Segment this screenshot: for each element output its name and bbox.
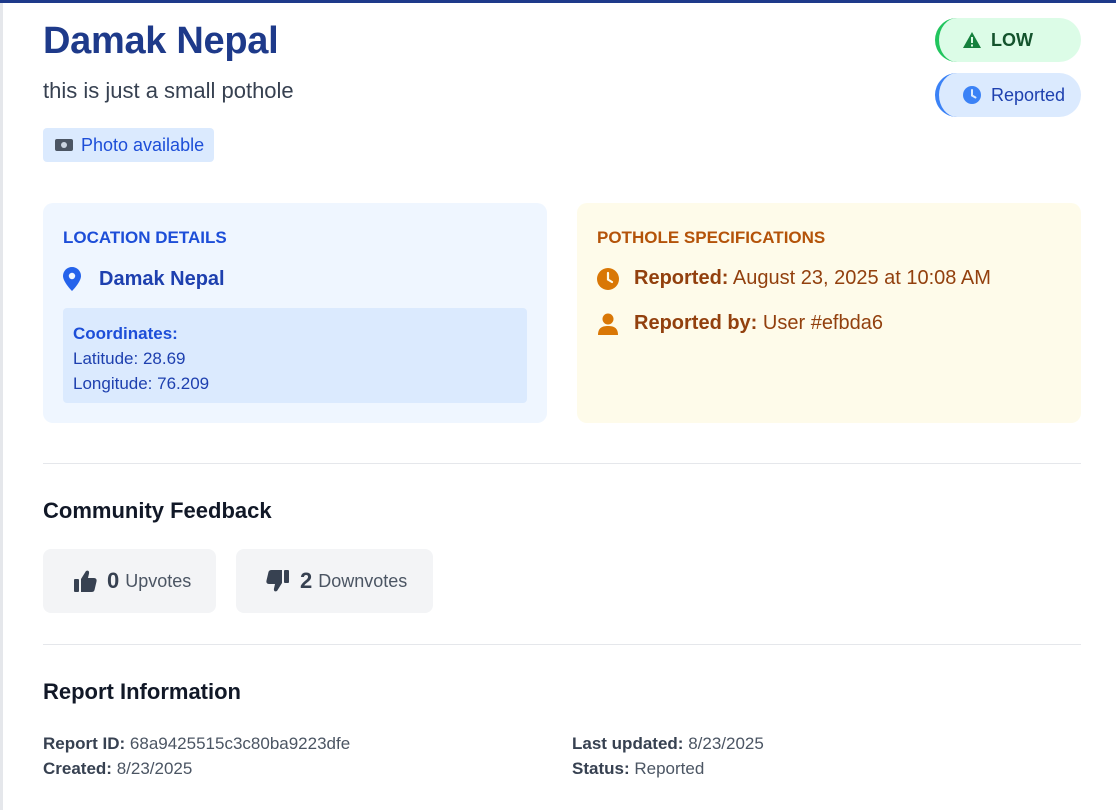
report-information-heading: Report Information bbox=[43, 679, 241, 704]
clock-icon bbox=[597, 267, 619, 290]
report-info-right: Last updated: 8/23/2025 Status: Reported bbox=[572, 731, 764, 781]
page-title: Damak Nepal bbox=[43, 20, 279, 62]
downvote-button[interactable]: 2 Downvotes bbox=[236, 549, 433, 613]
last-updated-value: 8/23/2025 bbox=[688, 734, 764, 753]
clock-icon bbox=[963, 86, 981, 104]
map-pin-icon bbox=[63, 267, 81, 291]
last-updated-row: Last updated: 8/23/2025 bbox=[572, 731, 764, 756]
severity-badge: LOW bbox=[935, 18, 1081, 62]
location-details-heading: LOCATION DETAILS bbox=[63, 228, 227, 247]
report-id-value: 68a9425515c3c80ba9223dfe bbox=[129, 734, 351, 753]
longitude-value: Longitude: 76.209 bbox=[73, 374, 210, 393]
latitude-value: Latitude: 28.69 bbox=[73, 349, 186, 368]
status-badge: Reported bbox=[935, 73, 1081, 117]
pothole-specifications-heading: POTHOLE SPECIFICATIONS bbox=[597, 228, 826, 247]
report-info-left: Report ID: 68a9425515c3c80ba9223dfe Crea… bbox=[43, 731, 350, 781]
photo-available-label: Photo available bbox=[81, 134, 205, 155]
left-edge bbox=[0, 3, 3, 810]
upvote-button[interactable]: 0 Upvotes bbox=[43, 549, 216, 613]
location-name-row: Damak Nepal bbox=[63, 267, 225, 291]
upvotes-label: Upvotes bbox=[125, 570, 192, 591]
created-label: Created: bbox=[43, 759, 112, 778]
severity-label: LOW bbox=[991, 29, 1033, 50]
warning-icon bbox=[963, 32, 981, 48]
report-description: this is just a small pothole bbox=[43, 78, 294, 103]
downvotes-count: 2 bbox=[300, 568, 313, 593]
reported-value: August 23, 2025 at 10:08 AM bbox=[732, 267, 991, 289]
status-label: Reported bbox=[991, 84, 1066, 105]
coordinates-box: Coordinates: Latitude: 28.69 Longitude: … bbox=[63, 308, 527, 403]
reported-date-row: Reported: August 23, 2025 at 10:08 AM bbox=[597, 267, 991, 290]
photo-available-chip[interactable]: Photo available bbox=[43, 128, 215, 162]
reported-label: Reported: bbox=[634, 267, 729, 289]
thumbs-up-icon bbox=[74, 570, 97, 592]
location-details-card: LOCATION DETAILS Damak Nepal Coordinates… bbox=[43, 203, 547, 423]
downvotes-label: Downvotes bbox=[318, 570, 408, 591]
location-name: Damak Nepal bbox=[99, 267, 225, 290]
last-updated-label: Last updated: bbox=[572, 734, 684, 753]
thumbs-down-icon bbox=[266, 570, 289, 592]
divider bbox=[43, 463, 1081, 464]
coordinates-heading: Coordinates: bbox=[73, 324, 178, 343]
status-row: Status: Reported bbox=[572, 756, 764, 781]
upvotes-count: 0 bbox=[107, 568, 120, 593]
top-accent-bar bbox=[0, 0, 1116, 3]
status-info-label: Status: bbox=[572, 759, 630, 778]
status-info-value: Reported bbox=[634, 759, 705, 778]
community-feedback-heading: Community Feedback bbox=[43, 498, 272, 523]
report-id-row: Report ID: 68a9425515c3c80ba9223dfe bbox=[43, 731, 350, 756]
created-value: 8/23/2025 bbox=[116, 759, 193, 778]
reported-by-value: User #efbda6 bbox=[762, 312, 883, 334]
pothole-specifications-card: POTHOLE SPECIFICATIONS Reported: August … bbox=[577, 203, 1081, 423]
camera-icon bbox=[55, 139, 73, 151]
reported-by-label: Reported by: bbox=[634, 312, 758, 334]
user-icon bbox=[598, 313, 618, 335]
divider bbox=[43, 644, 1081, 645]
reported-by-row: Reported by: User #efbda6 bbox=[597, 312, 883, 335]
created-row: Created: 8/23/2025 bbox=[43, 756, 350, 781]
report-id-label: Report ID: bbox=[43, 734, 126, 753]
